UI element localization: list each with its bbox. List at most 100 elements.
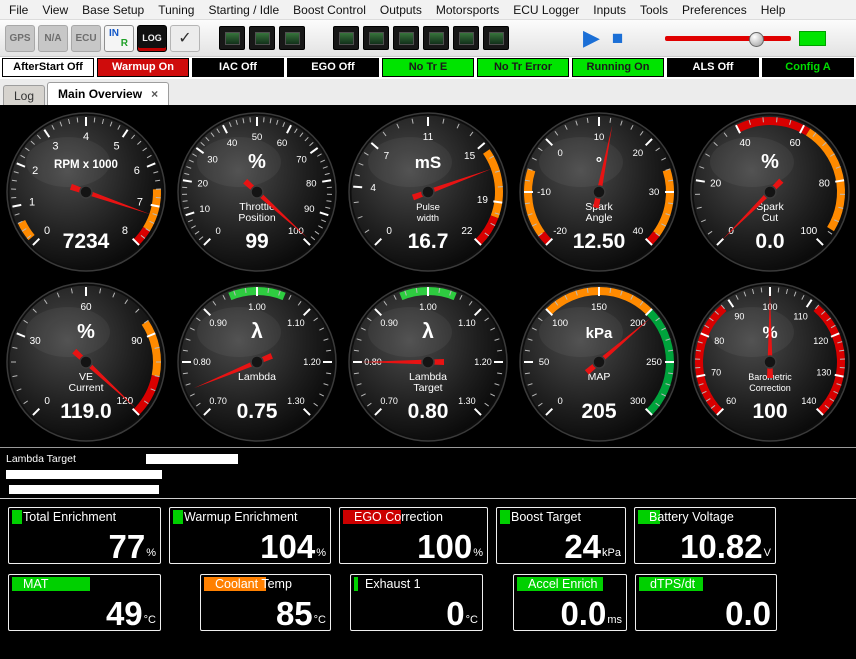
svg-text:3: 3 [52, 140, 58, 152]
indicator-no-tr-error[interactable]: No Tr Error [477, 58, 569, 77]
indicator-iac[interactable]: IAC Off [192, 58, 284, 77]
readout-coolant-temp[interactable]: Coolant Temp85°C [200, 574, 331, 631]
gauge-cluster-icon[interactable] [219, 26, 245, 50]
toolbar-slider[interactable] [665, 28, 791, 48]
menu-ecu-logger[interactable]: ECU Logger [506, 1, 586, 19]
slider-handle[interactable] [749, 32, 764, 47]
na-label: N/A [44, 33, 61, 44]
menu-boost-control[interactable]: Boost Control [286, 1, 373, 19]
gauge-barometric-correction[interactable]: 60708090100110120130140%BarometricCorrec… [687, 279, 853, 445]
tune-3d-icon[interactable] [333, 26, 359, 50]
svg-text:60: 60 [790, 138, 802, 149]
readout-value: 0.0 [725, 598, 771, 629]
readout-exhaust-1[interactable]: Exhaust 10°C [350, 574, 483, 631]
afr-table-icon[interactable] [393, 26, 419, 50]
menu-help[interactable]: Help [754, 1, 793, 19]
ve-table-icon-glyph [369, 32, 384, 45]
readout-title: Boost Target [499, 510, 623, 525]
indicator-ego[interactable]: EGO Off [287, 58, 379, 77]
gauge-spark-angle[interactable]: -20-10010203040°SparkAngle12.50 [516, 109, 682, 275]
gauge-spark-cut[interactable]: 020406080100%SparkCut0.0 [687, 109, 853, 275]
ign-table-icon[interactable] [423, 26, 449, 50]
svg-text:90: 90 [735, 311, 745, 321]
gauge-lambda[interactable]: 0.700.800.901.001.101.201.30λLambda0.75 [174, 279, 340, 445]
readout-accel-enrich[interactable]: Accel Enrich0.0ms [513, 574, 627, 631]
readout-mat[interactable]: MAT49°C [8, 574, 161, 631]
svg-text:40: 40 [633, 226, 644, 237]
menu-preferences[interactable]: Preferences [675, 1, 754, 19]
svg-text:70: 70 [296, 155, 307, 166]
close-icon[interactable]: × [151, 88, 158, 100]
graph-view-icon[interactable] [249, 26, 275, 50]
tab-log[interactable]: Log [3, 85, 45, 105]
svg-text:%: % [761, 151, 779, 173]
readout-dtps-dt[interactable]: dTPS/dt0.0 [635, 574, 777, 631]
menu-motorsports[interactable]: Motorsports [429, 1, 506, 19]
confirm-button[interactable]: ✓ [170, 25, 200, 52]
readout-value-row: 104% [260, 531, 326, 562]
menu-inputs[interactable]: Inputs [586, 1, 633, 19]
svg-text:90: 90 [131, 336, 143, 347]
in-r-button[interactable]: IN R [104, 25, 134, 52]
menu-file[interactable]: File [2, 1, 35, 19]
svg-text:-10: -10 [537, 187, 551, 198]
svg-text:-20: -20 [553, 226, 567, 237]
indicator-config-a[interactable]: Config A [762, 58, 854, 77]
readout-unit: % [316, 547, 326, 562]
menu-bar: FileViewBase SetupTuningStarting / IdleB… [0, 0, 856, 20]
gauge-pulse-width[interactable]: 04711151922mSPulsewidth16.7 [345, 109, 511, 275]
legend-bar [9, 485, 159, 494]
menu-view[interactable]: View [35, 1, 75, 19]
log-view-icon[interactable] [483, 26, 509, 50]
svg-text:λ: λ [251, 320, 263, 343]
readout-unit: kPa [602, 547, 621, 562]
menu-tools[interactable]: Tools [633, 1, 675, 19]
svg-text:λ: λ [422, 320, 434, 343]
svg-text:100: 100 [801, 226, 818, 237]
play-button[interactable]: ▶ [583, 27, 600, 49]
svg-text:1.00: 1.00 [419, 302, 437, 312]
readout-boost-target[interactable]: Boost Target24kPa [496, 507, 626, 564]
gps-button[interactable]: GPS [5, 25, 35, 52]
indicator-warmup[interactable]: Warmup On [97, 58, 189, 77]
legend-label: Lambda Target [6, 453, 146, 465]
gauge-face: 60708090100110120130140%BarometricCorrec… [687, 279, 853, 445]
gauge-value: 119.0 [60, 400, 111, 423]
readout-label: MAT [11, 577, 48, 591]
indicator-running[interactable]: Running On [572, 58, 664, 77]
menu-base-setup[interactable]: Base Setup [75, 1, 151, 19]
stop-button[interactable]: ■ [612, 29, 623, 48]
gauge-map[interactable]: 050100150200250300kPaMAP205 [516, 279, 682, 445]
readout-warmup-enrichment[interactable]: Warmup Enrichment104% [169, 507, 331, 564]
svg-text:RPM x 1000: RPM x 1000 [54, 159, 118, 171]
readout-label: Exhaust 1 [353, 577, 421, 591]
readout-ego-correction[interactable]: EGO Correction100% [339, 507, 488, 564]
gauge-value: 16.7 [408, 230, 449, 253]
r-label: R [121, 38, 128, 49]
svg-text:10: 10 [199, 204, 210, 215]
tab-main-overview[interactable]: Main Overview × [47, 82, 169, 105]
readout-total-enrichment[interactable]: Total Enrichment77% [8, 507, 161, 564]
gauge-ve-current[interactable]: 0306090120%VECurrent119.0 [3, 279, 169, 445]
ve-table-icon[interactable] [363, 26, 389, 50]
gauge-grid: 012345678RPM x 1000723401020304050607080… [0, 105, 856, 447]
gauge-throttle-position[interactable]: 0102030405060708090100%ThrottlePosition9… [174, 109, 340, 275]
menu-starting-idle[interactable]: Starting / Idle [201, 1, 286, 19]
indicator-afterstart[interactable]: AfterStart Off [2, 58, 94, 77]
gauge-lambda-target[interactable]: 0.700.800.901.001.101.201.30λLambdaTarge… [345, 279, 511, 445]
svg-text:2: 2 [32, 165, 38, 177]
readout-battery-voltage[interactable]: Battery Voltage10.82V [634, 507, 776, 564]
gauge-rpm[interactable]: 012345678RPM x 10007234 [3, 109, 169, 275]
log-button[interactable]: LOG [137, 25, 167, 52]
indicator-panel: AfterStart OffWarmup OnIAC OffEGO OffNo … [0, 57, 856, 79]
indicator-no-tr-e[interactable]: No Tr E [382, 58, 474, 77]
dyno-view-icon[interactable] [279, 26, 305, 50]
na-button[interactable]: N/A [38, 25, 68, 52]
menu-outputs[interactable]: Outputs [373, 1, 429, 19]
readout-unit: % [146, 547, 156, 562]
menu-tuning[interactable]: Tuning [151, 1, 201, 19]
gauge-face: 012345678RPM x 10007234 [3, 109, 169, 275]
indicator-als[interactable]: ALS Off [667, 58, 759, 77]
iac-table-icon[interactable] [453, 26, 479, 50]
ecu-button[interactable]: ECU [71, 25, 101, 52]
